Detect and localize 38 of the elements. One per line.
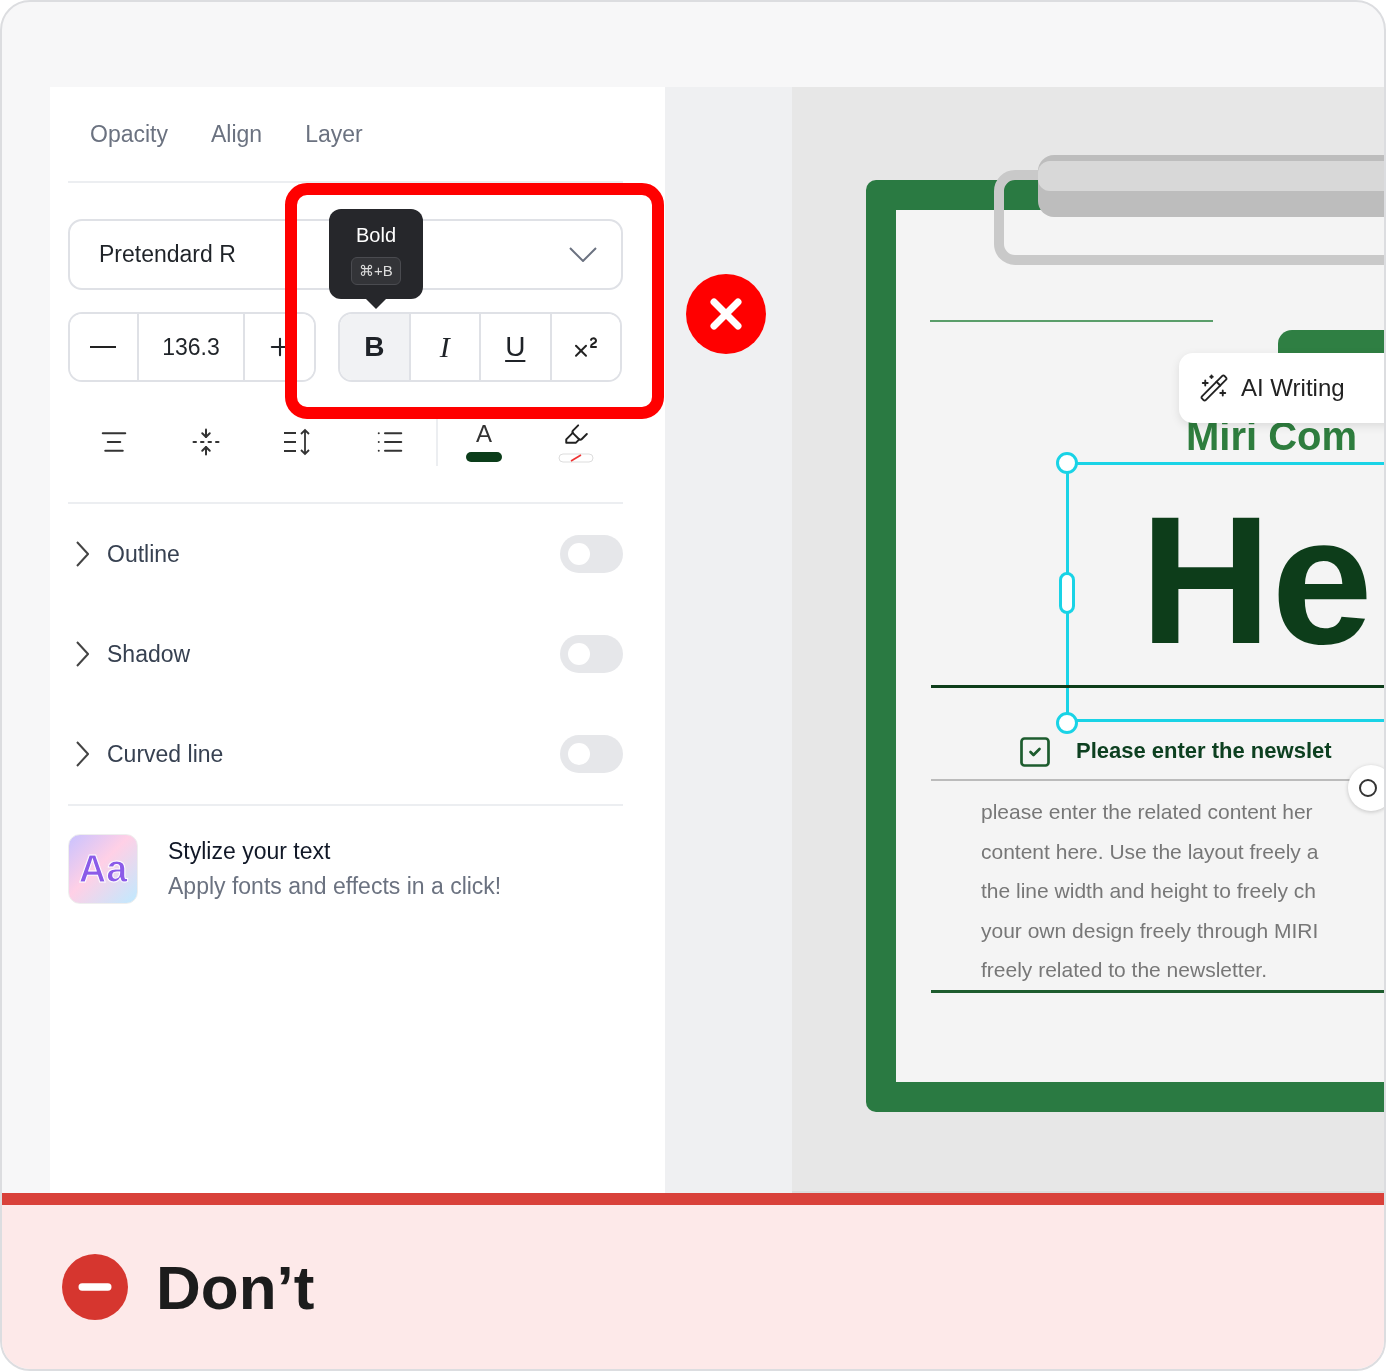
decrease-button[interactable] (70, 314, 139, 380)
effect-toggle[interactable] (560, 735, 623, 773)
body-text: freely related to the newsletter. (981, 958, 1268, 983)
ai-writing-button[interactable]: AI Writing (1179, 353, 1384, 423)
tab[interactable]: Align (211, 120, 263, 148)
body-text: content here. Use the layout freely a (981, 839, 1319, 864)
tooltip: Bold ⌘+B (329, 209, 423, 309)
no-color-swatch (558, 453, 594, 463)
chevron-right-icon (76, 541, 89, 567)
body-text: please enter the related content her (981, 800, 1314, 825)
text-color-button[interactable]: A (438, 412, 530, 472)
chevron-right-icon (76, 741, 89, 767)
tab[interactable]: Opacity (90, 120, 168, 148)
rotate-handle[interactable] (1348, 765, 1384, 811)
promo-subtitle: Apply fonts and effects in a click! (168, 873, 502, 900)
body-text: your own design freely through MIRI (981, 918, 1319, 943)
headline-text: He (1140, 510, 1373, 650)
bold-button[interactable]: B (340, 314, 411, 380)
wand-icon (1199, 373, 1229, 403)
promo-title: Stylize your text (168, 838, 332, 865)
minus-icon (90, 346, 117, 348)
tooltip-pointer (366, 299, 386, 309)
effect-expander[interactable]: Curved line (68, 740, 560, 768)
chevron-down-icon (569, 247, 597, 262)
effect-toggle[interactable] (560, 635, 623, 673)
tab[interactable]: Layer (305, 120, 363, 148)
effect-expander[interactable]: Shadow (68, 640, 560, 668)
effect-expander[interactable]: Outline (68, 540, 560, 568)
resize-handle[interactable] (1059, 572, 1075, 614)
body-text: the line width and height to freely ch (981, 879, 1318, 904)
section-heading: Please enter the newslet (1076, 738, 1332, 764)
verdict-label: Don’t (156, 1251, 315, 1323)
checkbox-icon (1017, 734, 1053, 770)
resize-handle[interactable] (1056, 452, 1078, 474)
chevron-right-icon (76, 641, 89, 667)
highlighter-icon (563, 421, 589, 447)
resize-handle[interactable] (1056, 712, 1078, 734)
effect-toggle[interactable] (560, 535, 623, 573)
